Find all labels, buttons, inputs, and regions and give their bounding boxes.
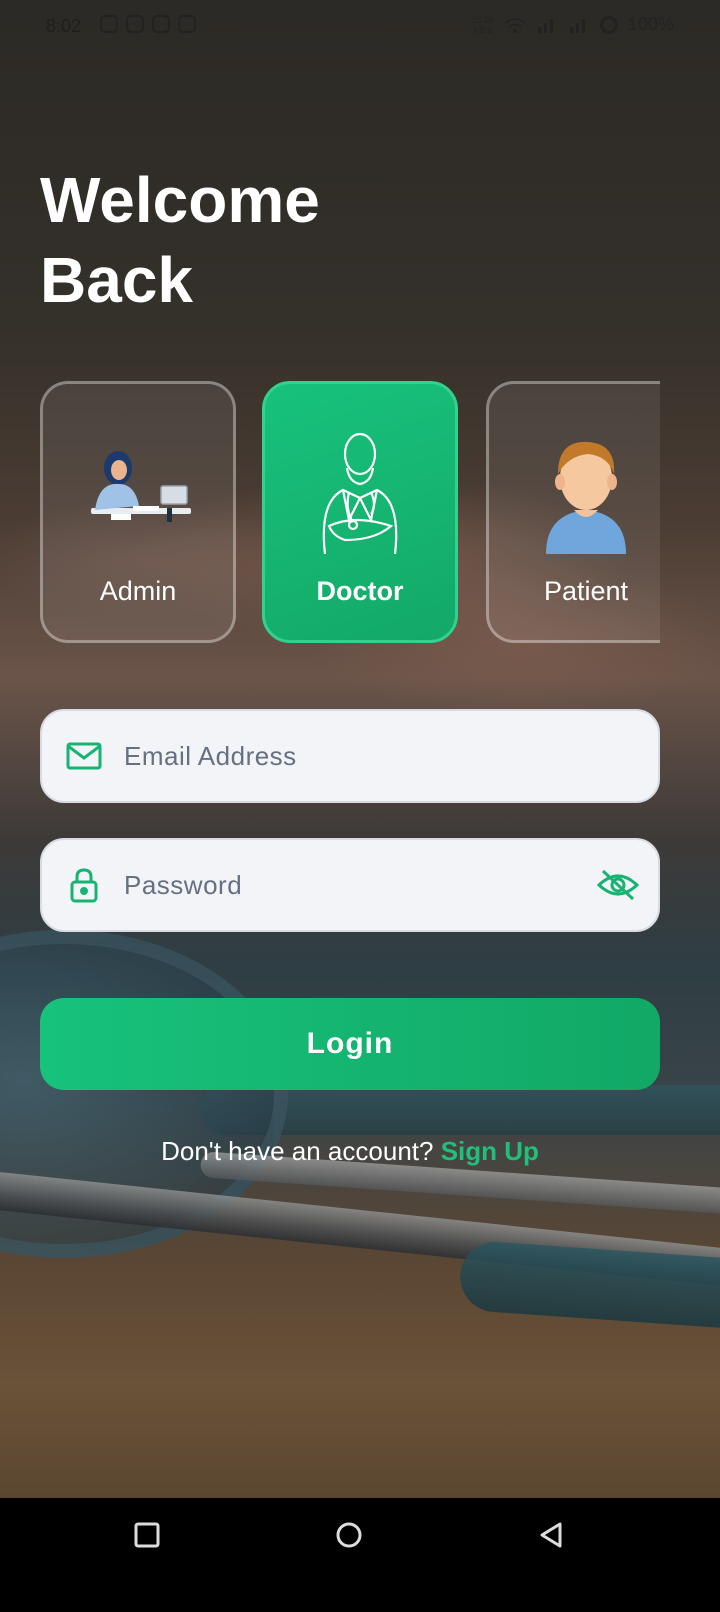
lock-icon — [64, 865, 104, 905]
recent-apps-icon[interactable] — [132, 1520, 162, 1550]
status-bar: 8:02 25.09 KB/s 100% — [0, 0, 720, 56]
android-nav-bar — [0, 1498, 720, 1612]
status-time: 8:02 — [46, 16, 82, 36]
signup-link[interactable]: Sign Up — [441, 1136, 539, 1166]
wifi-icon — [504, 17, 526, 33]
role-card-doctor[interactable]: Doctor — [262, 381, 458, 643]
role-label-admin: Admin — [99, 576, 177, 606]
password-field — [40, 838, 660, 932]
app-icon — [152, 15, 170, 33]
role-selector: Admin Doctor Patient — [40, 381, 660, 643]
back-icon[interactable] — [536, 1520, 566, 1550]
patient-avatar-icon — [516, 428, 656, 558]
eye-off-icon[interactable] — [596, 865, 640, 905]
doctor-outline-icon — [290, 428, 430, 558]
email-input[interactable] — [122, 739, 658, 773]
role-label-doctor: Doctor — [316, 576, 404, 606]
role-label-patient: Patient — [543, 576, 629, 606]
notification-icon — [100, 15, 118, 33]
youtube-icon — [178, 15, 196, 33]
battery-percent: 100% — [627, 14, 674, 34]
signup-prompt: Don't have an account? Sign Up — [0, 1136, 700, 1167]
notification-icons — [100, 15, 196, 33]
role-card-patient[interactable]: Patient — [486, 381, 660, 643]
password-input[interactable] — [122, 868, 596, 902]
battery-icon — [599, 15, 618, 34]
signal-icon-2 — [569, 18, 585, 33]
signal-icon — [537, 18, 553, 33]
home-icon[interactable] — [334, 1520, 364, 1550]
admin-illustration-icon — [68, 428, 208, 558]
instagram-icon — [126, 15, 144, 33]
page-title: Welcome Back — [40, 164, 320, 316]
network-speed: 25.09 KB/s — [471, 14, 494, 35]
signup-prompt-text: Don't have an account? — [161, 1136, 434, 1166]
email-field — [40, 709, 660, 803]
login-button[interactable]: Login — [40, 998, 660, 1090]
mail-icon — [64, 736, 104, 776]
role-card-admin[interactable]: Admin — [40, 381, 236, 643]
